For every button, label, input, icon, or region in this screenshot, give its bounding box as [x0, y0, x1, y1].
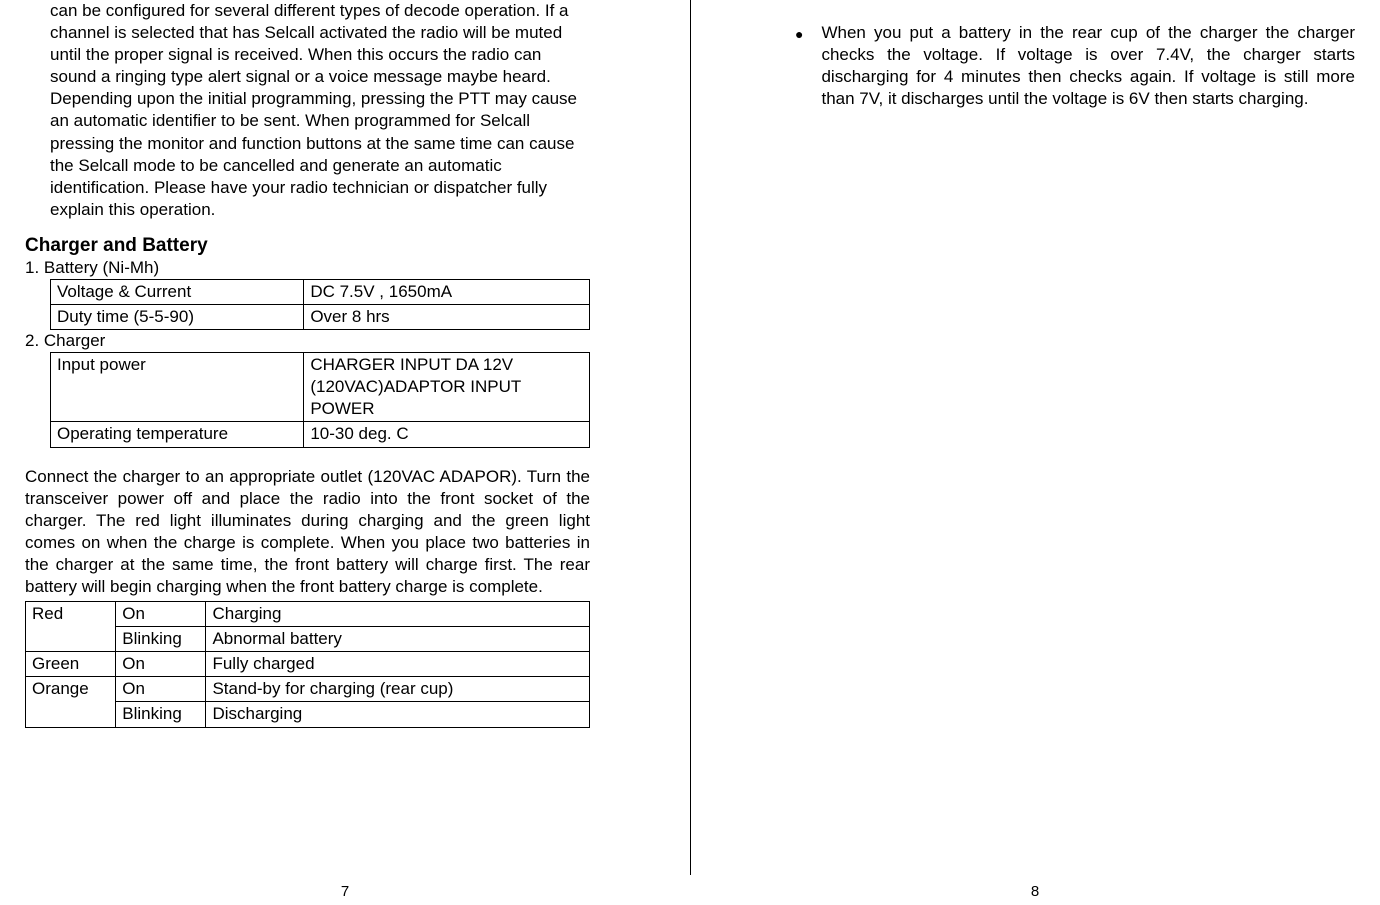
charger-battery-title: Charger and Battery	[25, 235, 590, 257]
page-left: can be configured for several different …	[0, 0, 690, 905]
led-table: Red On Charging Blinking Abnormal batter…	[25, 601, 590, 727]
bullet-item: ● When you put a battery in the rear cup…	[790, 22, 1355, 110]
led-orange-blinking: Blinking	[116, 702, 206, 727]
charger-temp-value: 10-30 deg. C	[304, 422, 590, 447]
page-number-right: 8	[1031, 883, 1039, 900]
table-row: Red On Charging	[26, 602, 590, 627]
bullet-text: When you put a battery in the rear cup o…	[821, 22, 1355, 110]
charger-input-label: Input power	[51, 353, 304, 422]
charger-label: 2. Charger	[25, 331, 590, 351]
led-green-on-status: Fully charged	[206, 652, 590, 677]
page-right: ● When you put a battery in the rear cup…	[690, 0, 1380, 905]
charger-temp-label: Operating temperature	[51, 422, 304, 447]
battery-label: 1. Battery (Ni-Mh)	[25, 258, 590, 278]
led-red-blinking: Blinking	[116, 627, 206, 652]
led-orange-label: Orange	[26, 677, 116, 727]
led-orange-on: On	[116, 677, 206, 702]
led-red-label: Red	[26, 602, 116, 652]
charger-input-value: CHARGER INPUT DA 12V (120VAC)ADAPTOR INP…	[304, 353, 590, 422]
battery-duty-value: Over 8 hrs	[304, 305, 590, 330]
battery-table: Voltage & Current DC 7.5V , 1650mA Duty …	[50, 279, 590, 330]
led-red-blinking-status: Abnormal battery	[206, 627, 590, 652]
table-row: Operating temperature 10-30 deg. C	[51, 422, 590, 447]
intro-paragraph: can be configured for several different …	[25, 0, 590, 221]
table-row: Voltage & Current DC 7.5V , 1650mA	[51, 279, 590, 304]
led-orange-on-status: Stand-by for charging (rear cup)	[206, 677, 590, 702]
charger-table: Input power CHARGER INPUT DA 12V (120VAC…	[50, 352, 590, 447]
battery-duty-label: Duty time (5-5-90)	[51, 305, 304, 330]
connect-paragraph: Connect the charger to an appropriate ou…	[25, 466, 590, 599]
table-row: Input power CHARGER INPUT DA 12V (120VAC…	[51, 353, 590, 422]
battery-voltage-label: Voltage & Current	[51, 279, 304, 304]
table-row: Orange On Stand-by for charging (rear cu…	[26, 677, 590, 702]
led-green-on: On	[116, 652, 206, 677]
led-red-on: On	[116, 602, 206, 627]
table-row: Green On Fully charged	[26, 652, 590, 677]
table-row: Duty time (5-5-90) Over 8 hrs	[51, 305, 590, 330]
battery-voltage-value: DC 7.5V , 1650mA	[304, 279, 590, 304]
page-number-left: 7	[341, 883, 349, 900]
bullet-icon: ●	[795, 26, 803, 110]
led-orange-blinking-status: Discharging	[206, 702, 590, 727]
led-red-on-status: Charging	[206, 602, 590, 627]
led-green-label: Green	[26, 652, 116, 677]
